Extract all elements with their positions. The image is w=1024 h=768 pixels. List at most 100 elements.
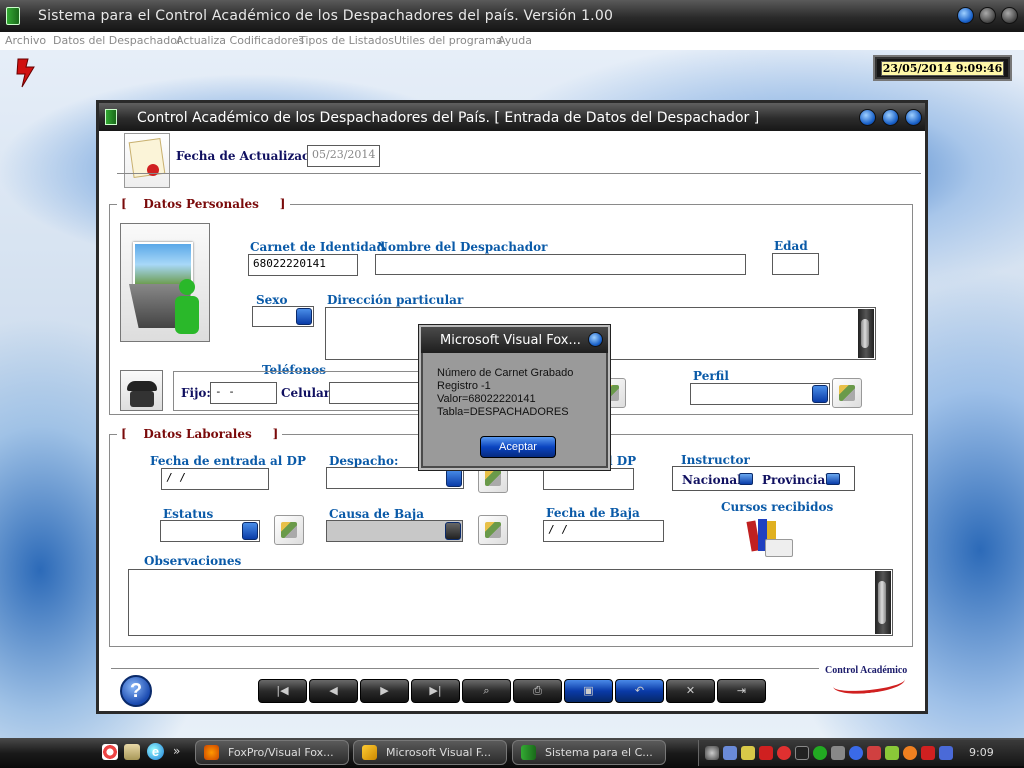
- task-visual-foxpro[interactable]: Microsoft Visual F...: [353, 740, 507, 765]
- form-maximize-button[interactable]: [882, 109, 899, 126]
- fecha-actualizacion-field[interactable]: 05/23/2014: [307, 145, 380, 167]
- app-icon: [6, 7, 20, 25]
- sexo-dropdown-button[interactable]: [296, 308, 312, 325]
- internet-explorer-icon[interactable]: e: [147, 743, 164, 760]
- delete-record-button[interactable]: ✕: [666, 679, 715, 703]
- nombre-field[interactable]: [375, 254, 746, 275]
- form-title-bar[interactable]: Control Académico de los Despachadores d…: [99, 103, 925, 131]
- estatus-combo[interactable]: [160, 520, 260, 542]
- fecha-baja-field[interactable]: / /: [543, 520, 664, 542]
- edad-label: Edad: [774, 239, 808, 253]
- menu-ayuda[interactable]: Ayuda: [498, 34, 532, 47]
- firefox-icon: [204, 745, 219, 760]
- previous-record-button[interactable]: ◀: [309, 679, 358, 703]
- task-foxpro-browser[interactable]: FoxPro/Visual Fox...: [195, 740, 349, 765]
- fecha-dp-label: l DP: [608, 454, 637, 468]
- form-icon: [105, 109, 117, 125]
- menu-tipos-listados[interactable]: Tipos de Listados: [299, 34, 394, 47]
- causa-baja-label: Causa de Baja: [329, 507, 424, 521]
- fijo-label: Fijo:: [181, 386, 211, 400]
- menu-utiles-programa[interactable]: Utiles del programa: [394, 34, 502, 47]
- accept-button[interactable]: Aceptar: [480, 436, 556, 458]
- sexo-combo[interactable]: [252, 306, 314, 327]
- usb-icon[interactable]: [831, 746, 845, 760]
- help-icon[interactable]: ?: [120, 675, 152, 707]
- search-record-button[interactable]: ⌕: [462, 679, 511, 703]
- observaciones-scrollbar[interactable]: [875, 571, 891, 634]
- causa-baja-dropdown-button[interactable]: [445, 522, 461, 540]
- direccion-scrollbar[interactable]: [858, 309, 874, 358]
- despacho-label: Despacho:: [329, 454, 399, 468]
- provincial-checkbox[interactable]: [826, 473, 840, 485]
- network-icon[interactable]: [723, 746, 737, 760]
- fijo-field[interactable]: - -: [210, 382, 277, 404]
- observaciones-textarea[interactable]: [128, 569, 893, 636]
- tray-app-icon[interactable]: [867, 746, 881, 760]
- celular-field[interactable]: [329, 382, 419, 404]
- exit-form-button[interactable]: ⇥: [717, 679, 766, 703]
- control-academico-logo: Control Académico: [823, 663, 913, 697]
- perfil-combo[interactable]: [690, 383, 830, 405]
- form-close-button[interactable]: [905, 109, 922, 126]
- app-title-bar[interactable]: Sistema para el Control Académico de los…: [0, 0, 1024, 32]
- despacho-dropdown-button[interactable]: [446, 469, 462, 487]
- fecha-entrada-field[interactable]: / /: [161, 468, 269, 490]
- carnet-field[interactable]: 68022220141: [248, 254, 358, 276]
- dialog-body: Número de Carnet Grabado Registro -1 Val…: [423, 353, 606, 466]
- causa-baja-combo[interactable]: [326, 520, 463, 542]
- direccion-label: Dirección particular: [327, 293, 464, 307]
- tray-app-icon[interactable]: [903, 746, 917, 760]
- fecha-dp-field[interactable]: [543, 468, 634, 490]
- person-photo-icon: [120, 223, 210, 342]
- messenger-icon[interactable]: [849, 746, 863, 760]
- dialog-close-button[interactable]: [588, 332, 603, 347]
- menu-actualiza-codificadores[interactable]: Actualiza Codificadores: [176, 34, 304, 47]
- carnet-label: Carnet de Identidad: [250, 240, 385, 254]
- acrobat-icon[interactable]: [777, 746, 791, 760]
- nacional-label: Nacional:: [682, 473, 747, 487]
- edad-field[interactable]: [772, 253, 819, 275]
- google-icon[interactable]: [102, 744, 118, 760]
- minimize-button[interactable]: [957, 7, 974, 24]
- language-icon[interactable]: [939, 746, 953, 760]
- form-title: Control Académico de los Despachadores d…: [137, 110, 760, 126]
- dialog-title-bar[interactable]: Microsoft Visual Fox...: [421, 327, 608, 353]
- labor-section-title: [ Datos Laborales ]: [117, 427, 283, 441]
- maximize-button[interactable]: [979, 7, 996, 24]
- causa-baja-edit-button[interactable]: [478, 515, 508, 545]
- dialog-message-line: Registro -1: [437, 380, 491, 392]
- print-button[interactable]: ⎙: [513, 679, 562, 703]
- books-icon[interactable]: [746, 517, 795, 561]
- menu-archivo[interactable]: Archivo: [5, 34, 46, 47]
- clock-display: 23/05/2014 9:09:46: [873, 55, 1012, 81]
- menu-datos-despachador[interactable]: Datos del Despachador: [53, 34, 181, 47]
- perfil-dropdown-button[interactable]: [812, 385, 828, 403]
- undo-button[interactable]: ↶: [615, 679, 664, 703]
- power-fist-icon: [16, 58, 35, 88]
- estatus-dropdown-button[interactable]: [242, 522, 258, 540]
- update-icon[interactable]: [813, 746, 827, 760]
- shield-icon[interactable]: [741, 746, 755, 760]
- next-record-button[interactable]: ▶: [360, 679, 409, 703]
- antivirus-icon[interactable]: [759, 746, 773, 760]
- form-minimize-button[interactable]: [859, 109, 876, 126]
- despacho-combo[interactable]: [326, 467, 464, 489]
- last-record-button[interactable]: ▶|: [411, 679, 460, 703]
- first-record-button[interactable]: |◀: [258, 679, 307, 703]
- perfil-edit-button[interactable]: [832, 378, 862, 408]
- nacional-checkbox[interactable]: [739, 473, 753, 485]
- close-button[interactable]: [1001, 7, 1018, 24]
- save-button[interactable]: ▣: [564, 679, 613, 703]
- media-icon[interactable]: [795, 746, 809, 760]
- tray-circle-icon[interactable]: [705, 746, 719, 760]
- quick-launch-more[interactable]: »: [173, 744, 180, 758]
- tray-app-icon[interactable]: [885, 746, 899, 760]
- estatus-edit-button[interactable]: [274, 515, 304, 545]
- cursos-label: Cursos recibidos: [721, 500, 834, 514]
- taskbar: e » FoxPro/Visual Fox... Microsoft Visua…: [0, 738, 1024, 768]
- fecha-entrada-label: Fecha de entrada al DP: [150, 454, 306, 468]
- personal-section-title: [ Datos Personales ]: [117, 197, 290, 211]
- task-sistema[interactable]: Sistema para el C...: [512, 740, 666, 765]
- tray-app-icon[interactable]: [921, 746, 935, 760]
- desktop-icon[interactable]: [124, 744, 140, 760]
